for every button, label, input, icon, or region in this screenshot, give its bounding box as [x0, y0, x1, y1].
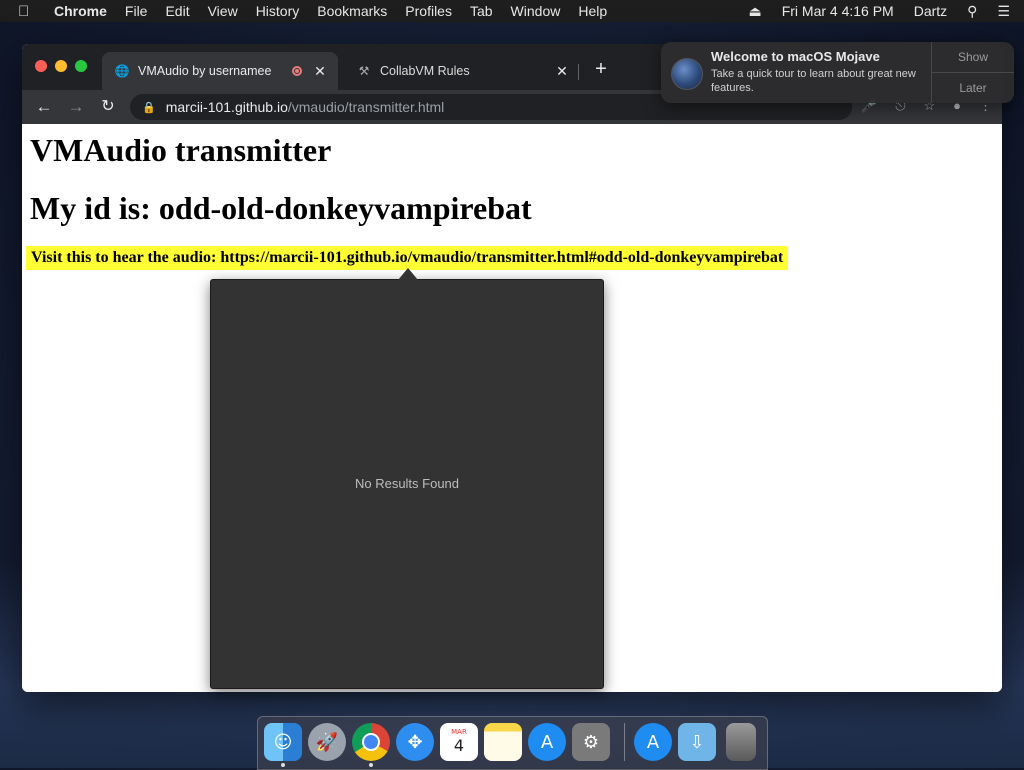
spotlight-icon[interactable]: ⚲ [967, 3, 977, 20]
notification-center-icon[interactable]: ☰ [997, 3, 1010, 20]
chrome-icon[interactable] [352, 723, 390, 761]
menu-help[interactable]: Help [578, 3, 607, 19]
url-path: /vmaudio/transmitter.html [287, 99, 445, 115]
no-results-text: No Results Found [354, 476, 460, 491]
back-icon[interactable]: ← [33, 96, 55, 118]
close-tab-icon[interactable]: ✕ [554, 63, 570, 80]
menu-extras: ⏏ Fri Mar 4 4:16 PM Dartz ⚲ ☰ [728, 0, 1010, 22]
url-host: marcii-101.github.io [165, 99, 288, 115]
menu-profiles[interactable]: Profiles [405, 3, 452, 19]
downloads-folder-icon[interactable]: ⇩ [678, 723, 716, 761]
app-store-icon[interactable]: A [528, 723, 566, 761]
calendar-month: MAR [451, 728, 467, 736]
dock-separator [624, 723, 625, 761]
close-tab-icon[interactable]: ✕ [312, 63, 328, 80]
notes-icon[interactable] [484, 723, 522, 761]
visit-link-text[interactable]: Visit this to hear the audio: https://ma… [26, 246, 789, 270]
dock: ☺ 🚀 ✥ MAR 4 A ⚙ A ⇩ [257, 716, 768, 770]
menu-history[interactable]: History [256, 3, 300, 19]
globe-icon: 🌐 [114, 64, 130, 78]
later-button[interactable]: Later [932, 72, 1014, 103]
recording-indicator-icon [292, 66, 302, 76]
menu-tab[interactable]: Tab [470, 3, 493, 19]
notification-banner[interactable]: Welcome to macOS Mojave Take a quick tou… [661, 42, 1014, 103]
running-indicator [281, 763, 285, 767]
eject-icon[interactable]: ⏏ [748, 3, 761, 20]
notification-title: Welcome to macOS Mojave [711, 49, 880, 64]
notification-actions: Show Later [931, 42, 1014, 103]
menu-view[interactable]: View [208, 3, 238, 19]
new-tab-button[interactable]: + [590, 58, 612, 80]
tab-divider [578, 64, 579, 80]
safari-icon[interactable]: ✥ [396, 723, 434, 761]
peer-id-heading: My id is: odd-old-donkeyvampirebat [30, 190, 532, 226]
menu-edit[interactable]: Edit [165, 3, 189, 19]
calendar-day: 4 [453, 736, 465, 755]
notification-message: Take a quick tour to learn about great n… [711, 68, 916, 94]
calendar-icon[interactable]: MAR 4 [440, 723, 478, 761]
reload-icon[interactable]: ↻ [97, 96, 119, 118]
forward-icon[interactable]: → [65, 96, 87, 118]
close-window-button[interactable] [35, 60, 47, 72]
menu-bookmarks[interactable]: Bookmarks [317, 3, 387, 19]
menu-app-name[interactable]: Chrome [54, 3, 107, 19]
menu-file[interactable]: File [125, 3, 148, 19]
app-store-folder-icon[interactable]: A [634, 723, 672, 761]
menu-clock[interactable]: Fri Mar 4 4:16 PM [782, 3, 894, 19]
launchpad-icon[interactable]: 🚀 [308, 723, 346, 761]
zoom-window-button[interactable] [75, 60, 87, 72]
page-title: VMAudio transmitter [30, 132, 332, 168]
lock-icon[interactable]: 🔒 [142, 101, 156, 114]
tab-title: VMAudio by usernamee [138, 64, 272, 78]
menu-window[interactable]: Window [511, 3, 561, 19]
menu-bar:  Chrome File Edit View History Bookmark… [0, 0, 1024, 22]
dropdown-popover[interactable]: No Results Found [210, 268, 604, 689]
collabvm-icon: ⚒ [358, 64, 370, 78]
tab-title: CollabVM Rules [380, 64, 470, 78]
tab-vmaudio[interactable]: 🌐 VMAudio by usernamee ✕ [102, 52, 338, 90]
menu-user[interactable]: Dartz [914, 3, 947, 19]
macos-mojave-icon [671, 58, 703, 90]
finder-icon[interactable]: ☺ [264, 723, 302, 761]
minimize-window-button[interactable] [55, 60, 67, 72]
tab-collabvm-rules[interactable]: ⚒ CollabVM Rules ✕ [344, 52, 580, 90]
running-indicator [369, 763, 373, 767]
trash-icon[interactable] [726, 723, 756, 761]
apple-menu-icon[interactable]:  [18, 3, 40, 20]
show-button[interactable]: Show [932, 42, 1014, 72]
system-preferences-icon[interactable]: ⚙ [572, 723, 610, 761]
